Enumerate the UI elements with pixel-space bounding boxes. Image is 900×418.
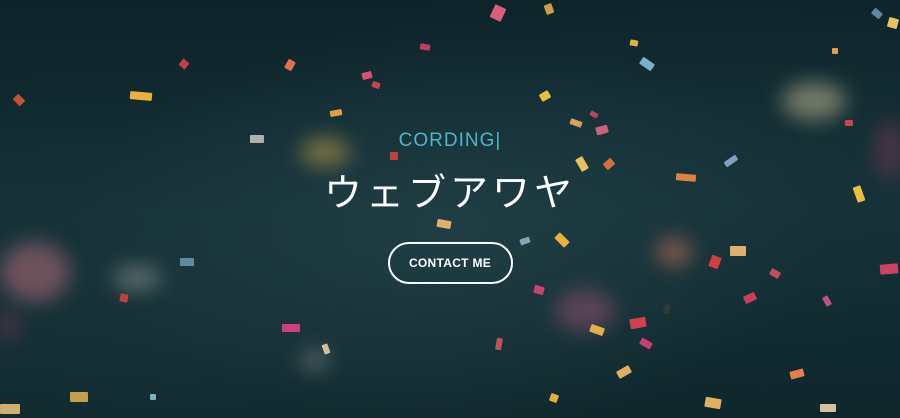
contact-me-button[interactable]: CONTACT ME — [387, 242, 513, 284]
hero-content: CORDING| ウェブアワヤ CONTACT ME — [0, 126, 900, 284]
hero-title: ウェブアワヤ — [323, 171, 576, 215]
hero-section: CORDING| ウェブアワヤ CONTACT ME — [0, 0, 900, 418]
typing-cursor: | — [495, 130, 502, 151]
subtitle-text: CORDING — [398, 130, 496, 151]
typed-subtitle: CORDING| — [0, 126, 900, 156]
